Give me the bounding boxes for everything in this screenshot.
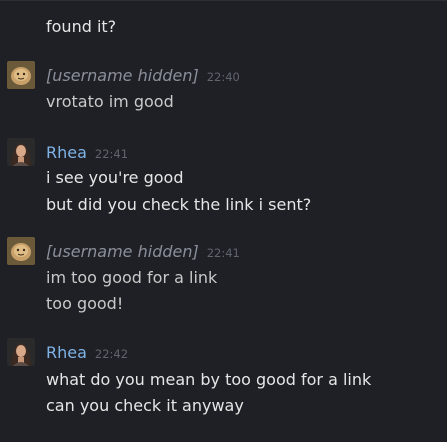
timestamp: 22:40: [206, 70, 240, 84]
message-line: vrotato im good: [46, 92, 174, 111]
chat-message-pane: found it? [username hidden] 22:40 vrotato…: [0, 0, 447, 442]
message-header: [username hidden] 22:41: [46, 242, 240, 263]
message-header: Rhea 22:41: [46, 143, 128, 164]
message-line: im too good for a link: [46, 268, 218, 287]
timestamp: 22:41: [94, 147, 129, 161]
potato-avatar-icon[interactable]: [7, 237, 35, 265]
author-name[interactable]: [username hidden]: [46, 66, 199, 85]
author-name[interactable]: Rhea: [46, 143, 87, 162]
potato-avatar-icon[interactable]: [7, 61, 35, 89]
woman-portrait-avatar-icon[interactable]: [7, 338, 35, 366]
timestamp: 22:42: [94, 347, 129, 361]
message-line: can you check it anyway: [46, 396, 244, 415]
author-name[interactable]: [username hidden]: [46, 242, 199, 261]
author-name[interactable]: Rhea: [46, 343, 87, 362]
message-line: but did you check the link i sent?: [46, 195, 312, 214]
message-line: i see you're good: [46, 168, 184, 187]
message-line: what do you mean by too good for a link: [46, 370, 372, 389]
woman-portrait-avatar-icon[interactable]: [7, 138, 35, 166]
message-header: Rhea 22:42: [46, 343, 128, 364]
timestamp: 22:41: [206, 246, 240, 260]
message-line: found it?: [46, 17, 117, 36]
message-line: too good!: [46, 294, 124, 313]
message-header: [username hidden] 22:40: [46, 66, 240, 87]
